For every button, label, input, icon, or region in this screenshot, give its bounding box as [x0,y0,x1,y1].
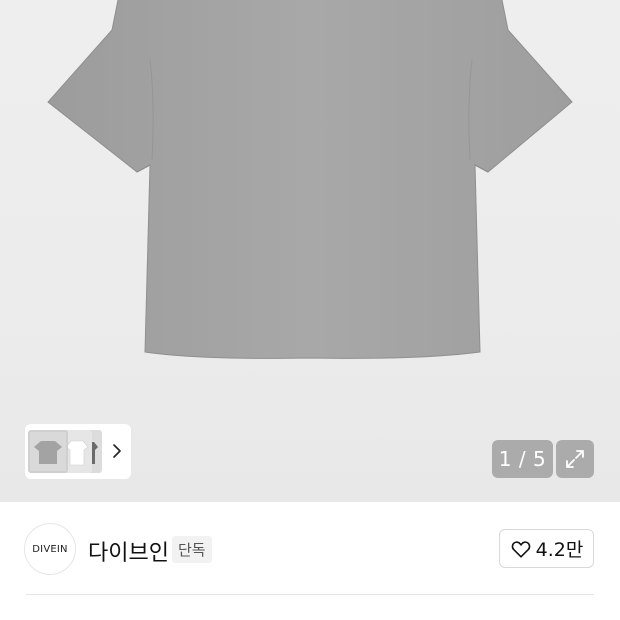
exclusive-badge: 단독 [172,536,212,563]
thumbnail-stack[interactable] [28,427,106,476]
thumbnail-1[interactable] [28,430,68,473]
like-count: 4.2만 [535,539,584,561]
like-button[interactable]: 4.2만 [499,529,594,568]
brand-row: DIVEIN 다이브인 단독 4.2만 [0,502,620,597]
brand-name[interactable]: 다이브인 [88,535,169,567]
thumbnail-strip[interactable] [25,424,131,479]
expand-button[interactable] [556,440,594,478]
heart-outline-icon [511,540,530,558]
brand-logo[interactable]: DIVEIN [24,523,76,575]
chevron-right-icon[interactable] [109,440,125,462]
page-counter: 1 / 5 [492,440,553,478]
expand-arrows-icon [566,450,584,468]
divider [26,594,594,595]
product-gallery[interactable]: 1 / 5 [0,0,620,502]
